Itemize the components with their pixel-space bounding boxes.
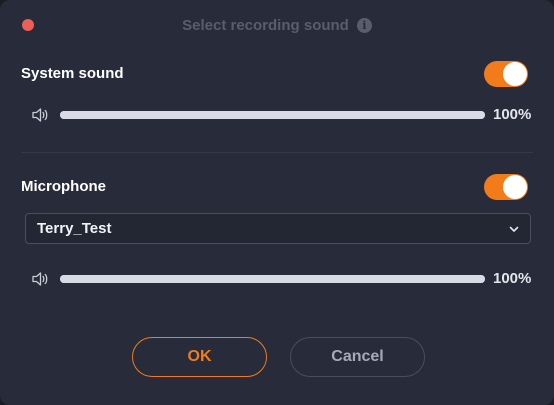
dialog-title: Select recording sound i [0,17,554,34]
microphone-device-select[interactable]: Terry_Test [25,213,531,244]
dialog-title-text: Select recording sound [182,17,349,34]
microphone-volume-slider[interactable] [60,275,485,283]
system-sound-label: System sound [21,65,124,82]
system-sound-volume-value: 100% [493,106,532,123]
microphone-volume-fill [60,275,485,283]
section-divider [21,152,533,153]
speaker-icon [32,108,48,122]
microphone-volume-value: 100% [493,270,532,287]
speaker-icon [32,272,48,286]
info-icon[interactable]: i [356,18,372,33]
chevron-down-icon [509,226,519,232]
ok-button[interactable]: OK [132,337,267,377]
recording-sound-dialog: Select recording sound i System sound 10… [0,0,554,405]
cancel-button[interactable]: Cancel [290,337,425,377]
toggle-knob [503,175,527,199]
system-sound-toggle[interactable] [484,61,528,87]
microphone-toggle[interactable] [484,174,528,200]
toggle-knob [503,62,527,86]
system-sound-volume-fill [60,111,485,119]
microphone-label: Microphone [21,178,106,195]
microphone-device-value: Terry_Test [37,220,112,237]
system-sound-volume-slider[interactable] [60,111,485,119]
